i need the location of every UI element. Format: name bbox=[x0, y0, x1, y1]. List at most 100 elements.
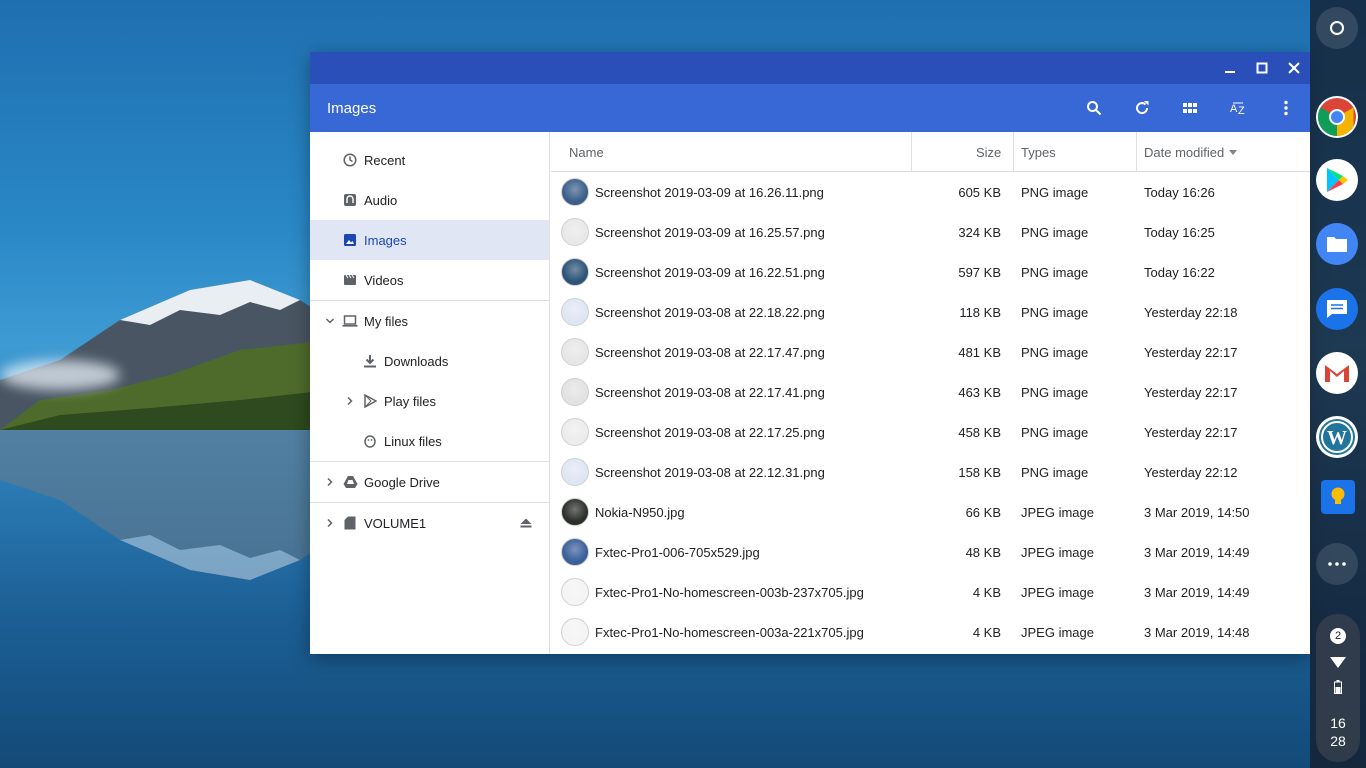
close-icon[interactable] bbox=[1278, 52, 1310, 84]
download-icon bbox=[362, 353, 378, 369]
table-row[interactable]: Fxtec-Pro1-006-705x529.jpg 48 KB JPEG imag… bbox=[551, 532, 1310, 572]
clock[interactable]: 16 28 bbox=[1310, 714, 1366, 750]
table-row[interactable]: Screenshot 2019-03-09 at 16.26.11.png 605… bbox=[551, 172, 1310, 212]
sidebar-item-recent[interactable]: Recent bbox=[310, 140, 549, 180]
svg-text:W: W bbox=[1327, 427, 1347, 449]
file-type: JPEG image bbox=[1021, 624, 1094, 640]
table-row[interactable]: Nokia-N950.jpg 66 KB JPEG image 3 Mar 2019,… bbox=[551, 492, 1310, 532]
column-header-size[interactable]: Size bbox=[976, 132, 1001, 172]
file-thumbnail bbox=[561, 218, 589, 246]
file-type: PNG image bbox=[1021, 344, 1089, 360]
file-size: 4 KB bbox=[972, 584, 1001, 600]
sidebar-item-audio[interactable]: Audio bbox=[310, 180, 549, 220]
image-icon bbox=[342, 232, 358, 248]
wallpaper-mountain bbox=[0, 280, 330, 430]
column-header-type[interactable]: Types bbox=[1021, 132, 1056, 172]
sidebar-item-my-files[interactable]: My files bbox=[310, 301, 549, 341]
sidebar-item-images[interactable]: Images bbox=[310, 220, 549, 260]
column-resize-handle[interactable] bbox=[911, 132, 912, 172]
table-header: Name Size Types Date modified bbox=[551, 132, 1310, 172]
laptop-icon bbox=[342, 313, 358, 329]
audio-icon bbox=[342, 192, 358, 208]
sidebar-item-downloads[interactable]: Downloads bbox=[310, 341, 549, 381]
sidebar-item-label: Linux files bbox=[384, 433, 442, 449]
file-name: Nokia-N950.jpg bbox=[595, 504, 685, 520]
more-apps-icon[interactable] bbox=[1316, 543, 1358, 585]
table-row[interactable]: Screenshot 2019-03-08 at 22.17.41.png 463… bbox=[551, 372, 1310, 412]
maximize-icon[interactable] bbox=[1246, 52, 1278, 84]
column-resize-handle[interactable] bbox=[1136, 132, 1137, 172]
sidebar-item-google-drive[interactable]: Google Drive bbox=[310, 462, 549, 502]
table-row[interactable]: Fxtec-Pro1-No-homescreen-003b-237x705.jp… bbox=[551, 572, 1310, 612]
file-size: 458 KB bbox=[958, 424, 1001, 440]
more-vert-icon[interactable] bbox=[1262, 84, 1310, 132]
page-title: Images bbox=[327, 99, 377, 117]
sidebar-item-label: Images bbox=[364, 232, 407, 248]
chevron-right-icon[interactable] bbox=[324, 517, 336, 529]
notification-badge[interactable]: 2 bbox=[1330, 628, 1346, 644]
sidebar-item-volume1[interactable]: VOLUME1 bbox=[310, 503, 549, 543]
file-size: 481 KB bbox=[958, 344, 1001, 360]
file-thumbnail bbox=[561, 498, 589, 526]
column-header-name[interactable]: Name bbox=[569, 132, 604, 172]
grid-view-icon[interactable] bbox=[1166, 84, 1214, 132]
sidebar-item-label: Downloads bbox=[384, 353, 449, 369]
column-header-date[interactable]: Date modified bbox=[1144, 132, 1238, 172]
search-icon[interactable] bbox=[1070, 84, 1118, 132]
file-date: 3 Mar 2019, 14:48 bbox=[1144, 624, 1250, 640]
file-type: PNG image bbox=[1021, 384, 1089, 400]
window-titlebar[interactable] bbox=[310, 52, 1310, 84]
table-row[interactable]: Screenshot 2019-03-08 at 22.17.47.png 481… bbox=[551, 332, 1310, 372]
sidebar-item-videos[interactable]: Videos bbox=[310, 260, 549, 300]
table-row[interactable]: Fxtec-Pro1-No-homescreen-003a-221x705.jp… bbox=[551, 612, 1310, 652]
launcher-icon[interactable] bbox=[1316, 7, 1358, 49]
chevron-right-icon[interactable] bbox=[344, 395, 356, 407]
sort-az-icon[interactable]: AZ bbox=[1214, 84, 1262, 132]
file-name: Screenshot 2019-03-08 at 22.17.47.png bbox=[595, 344, 825, 360]
file-name: Screenshot 2019-03-09 at 16.26.11.png bbox=[595, 184, 824, 200]
chevron-down-icon[interactable] bbox=[324, 315, 336, 327]
clock-icon bbox=[342, 152, 358, 168]
play-store-icon[interactable] bbox=[1316, 159, 1358, 201]
file-size: 324 KB bbox=[958, 224, 1001, 240]
file-name: Screenshot 2019-03-08 at 22.17.41.png bbox=[595, 384, 825, 400]
table-row[interactable]: Screenshot 2019-03-09 at 16.22.51.png 597… bbox=[551, 252, 1310, 292]
table-row[interactable]: Screenshot 2019-03-08 at 22.17.25.png 458… bbox=[551, 412, 1310, 452]
messages-icon[interactable] bbox=[1316, 288, 1358, 330]
file-type: JPEG image bbox=[1021, 544, 1094, 560]
chevron-right-icon[interactable] bbox=[324, 476, 336, 488]
sidebar: Recent Audio Images Videos My files Down… bbox=[310, 132, 550, 654]
file-date: 3 Mar 2019, 14:49 bbox=[1144, 544, 1250, 560]
file-size: 48 KB bbox=[965, 544, 1001, 560]
file-thumbnail bbox=[561, 258, 589, 286]
sidebar-item-linux-files[interactable]: Linux files bbox=[310, 421, 549, 461]
drive-icon bbox=[342, 474, 358, 490]
file-name: Screenshot 2019-03-08 at 22.12.31.png bbox=[595, 464, 825, 480]
file-date: Yesterday 22:17 bbox=[1144, 344, 1238, 360]
refresh-icon[interactable] bbox=[1118, 84, 1166, 132]
files-icon[interactable] bbox=[1316, 223, 1358, 265]
sort-descending-icon bbox=[1229, 149, 1238, 155]
column-resize-handle[interactable] bbox=[1013, 132, 1014, 172]
file-list: Name Size Types Date modified Screenshot… bbox=[551, 132, 1310, 654]
file-thumbnail bbox=[561, 578, 589, 606]
table-row[interactable]: Screenshot 2019-03-08 at 22.12.31.png 158… bbox=[551, 452, 1310, 492]
wallpaper-reflection bbox=[0, 430, 330, 580]
file-size: 4 KB bbox=[972, 624, 1001, 640]
file-name: Screenshot 2019-03-09 at 16.25.57.png bbox=[595, 224, 825, 240]
keep-icon[interactable] bbox=[1321, 480, 1355, 514]
minimize-icon[interactable] bbox=[1214, 52, 1246, 84]
sidebar-item-play-files[interactable]: Play files bbox=[310, 381, 549, 421]
clock-hour: 16 bbox=[1330, 715, 1346, 731]
chrome-icon[interactable] bbox=[1316, 96, 1358, 138]
gmail-icon[interactable] bbox=[1316, 352, 1358, 394]
file-size: 118 KB bbox=[959, 304, 1001, 320]
file-thumbnail bbox=[561, 378, 589, 406]
file-date: Yesterday 22:18 bbox=[1144, 304, 1238, 320]
table-row[interactable]: Screenshot 2019-03-08 at 22.18.22.png 118… bbox=[551, 292, 1310, 332]
file-type: PNG image bbox=[1021, 304, 1089, 320]
eject-icon[interactable] bbox=[518, 515, 534, 531]
wordpress-icon[interactable]: W bbox=[1316, 416, 1358, 458]
sidebar-item-label: Recent bbox=[364, 152, 406, 168]
table-row[interactable]: Screenshot 2019-03-09 at 16.25.57.png 324… bbox=[551, 212, 1310, 252]
